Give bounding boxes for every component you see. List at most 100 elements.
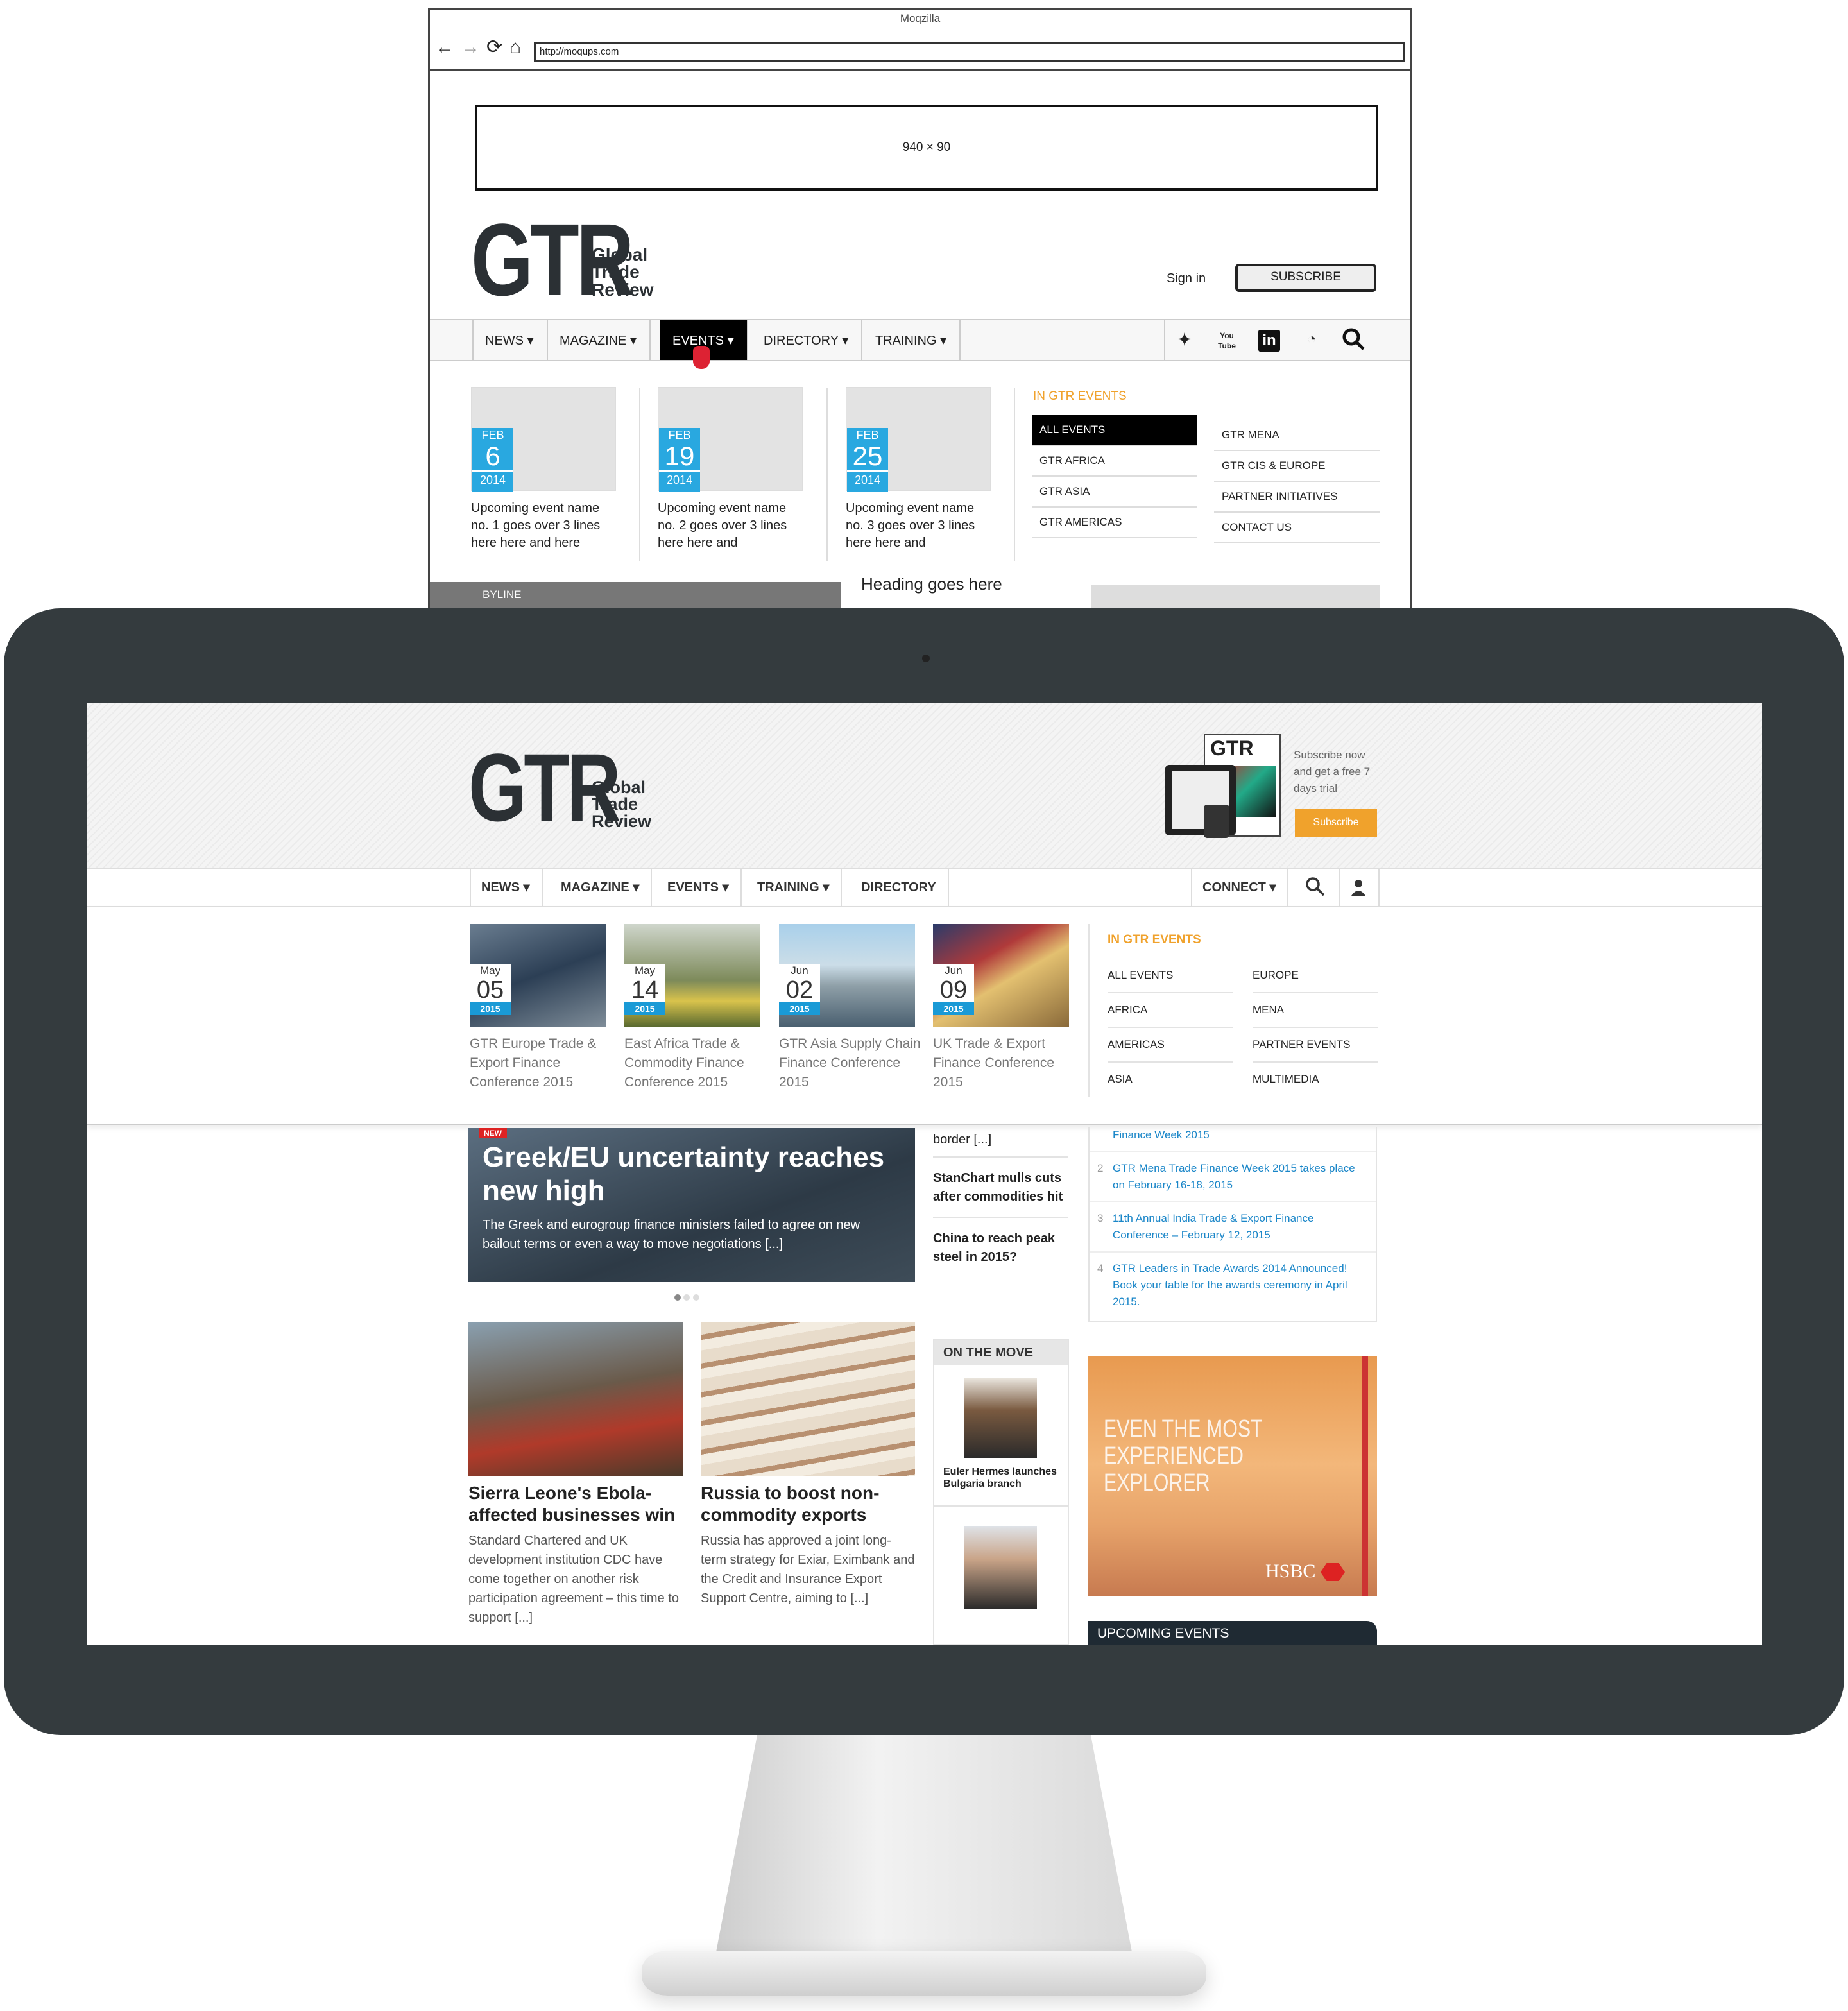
byline-strip: BYLINE	[430, 582, 841, 609]
card-text: East Africa Trade & Commodity Finance Co…	[624, 1036, 744, 1090]
wire-event-card-3[interactable]: FEB 25 2014 Upcoming event name no. 3 go…	[846, 387, 993, 552]
event-link[interactable]: GTR CIS & EUROPE	[1214, 451, 1380, 482]
rss-icon[interactable]: ◔	[1299, 327, 1324, 352]
nav-training[interactable]: TRAINING ▾	[862, 320, 961, 360]
upcoming-events-header[interactable]: UPCOMING EVENTS	[1088, 1621, 1377, 1645]
side-story[interactable]: border [...]	[933, 1131, 1068, 1158]
hero-title: Greek/EU uncertainty reaches new high	[483, 1142, 885, 1206]
events-column-2: EUROPE MENA PARTNER EVENTS MULTIMEDIA	[1253, 959, 1378, 1096]
move-caption[interactable]: Euler Hermes launches Bulgaria branch	[943, 1466, 1059, 1490]
person-photo	[964, 1526, 1037, 1609]
person-photo	[964, 1378, 1037, 1458]
events-column-1: ALL EVENTS GTR AFRICA GTR ASIA GTR AMERI…	[1032, 415, 1197, 538]
event-card-2[interactable]: May 14 2015 East Africa Trade & Commodit…	[624, 924, 778, 1092]
back-arrow-icon[interactable]: ←	[435, 38, 454, 57]
event-link[interactable]: AMERICAS	[1108, 1028, 1233, 1063]
nav-events[interactable]: EVENTS ▾	[656, 869, 742, 906]
nav-training[interactable]: TRAINING ▾	[746, 869, 843, 906]
story-text: Standard Chartered and UK development in…	[468, 1534, 679, 1625]
wire-event-card-2[interactable]: FEB 19 2014 Upcoming event name no. 2 go…	[658, 387, 805, 552]
date-badge: FEB 19 2014	[659, 428, 700, 492]
event-link[interactable]: GTR AMERICAS	[1032, 508, 1197, 538]
panel-title: ON THE MOVE	[934, 1340, 1068, 1365]
event-link[interactable]: AFRICA	[1108, 993, 1233, 1028]
event-link[interactable]: PARTNER EVENTS	[1253, 1028, 1378, 1063]
monitor-base	[642, 1951, 1206, 1996]
hero-story[interactable]: NEW Greek/EU uncertainty reaches new hig…	[468, 1128, 915, 1282]
story-card-1[interactable]: Sierra Leone's Ebola-affected businesses…	[468, 1322, 683, 1627]
story-image	[701, 1322, 915, 1476]
reload-icon[interactable]: ⟳	[486, 38, 502, 57]
carousel-dots[interactable]	[674, 1292, 706, 1301]
date-badge: May 14 2015	[624, 964, 665, 1015]
user-icon[interactable]	[1349, 878, 1368, 897]
hsbc-ad[interactable]: EVEN THE MOST EXPERIENCED EXPLORER HSBC	[1088, 1356, 1377, 1596]
story-card-2[interactable]: Russia to boost non-commodity exports Ru…	[701, 1322, 915, 1608]
nav-news[interactable]: NEWS ▾	[472, 320, 548, 360]
list-item[interactable]: 4 GTR Leaders in Trade Awards 2014 Announ…	[1090, 1253, 1376, 1310]
search-icon[interactable]	[1341, 327, 1367, 359]
twitter-icon[interactable]: ✦	[1172, 327, 1197, 352]
linkedin-icon[interactable]: in	[1256, 327, 1282, 352]
youtube-icon[interactable]: You Tube	[1214, 330, 1240, 351]
event-link[interactable]: ALL EVENTS	[1032, 415, 1197, 446]
main-nav: NEWS ▾ MAGAZINE ▾ EVENTS ▾ TRAINING ▾ DI…	[87, 868, 1762, 907]
card-text: UK Trade & Export Finance Conference 201…	[933, 1036, 1055, 1090]
sign-in-link[interactable]: Sign in	[1167, 271, 1206, 286]
side-story[interactable]: China to reach peak steel in 2015?	[933, 1218, 1068, 1267]
wire-event-card-1[interactable]: FEB 6 2014 Upcoming event name no. 1 goe…	[471, 387, 619, 552]
hand-cursor-icon	[693, 346, 710, 369]
event-card-4[interactable]: Jun 09 2015 UK Trade & Export Finance Co…	[933, 924, 1087, 1092]
date-badge: Jun 09 2015	[933, 964, 974, 1015]
card-text: Upcoming event name no. 3 goes over 3 li…	[846, 501, 975, 550]
camera-icon	[922, 655, 930, 662]
events-column-2: GTR MENA GTR CIS & EUROPE PARTNER INITIA…	[1214, 420, 1380, 543]
event-link[interactable]: CONTACT US	[1214, 513, 1380, 543]
connect-menu[interactable]: CONNECT ▾	[1191, 869, 1289, 906]
date-badge: Jun 02 2015	[779, 964, 820, 1015]
events-column-1: ALL EVENTS AFRICA AMERICAS ASIA	[1108, 959, 1233, 1096]
event-link[interactable]: PARTNER INITIATIVES	[1214, 482, 1380, 513]
date-badge: FEB 25 2014	[847, 428, 888, 492]
nav-magazine[interactable]: MAGAZINE ▾	[549, 869, 653, 906]
event-link[interactable]: MENA	[1253, 993, 1378, 1028]
new-badge: NEW	[479, 1128, 507, 1138]
subscribe-button[interactable]: Subscribe	[1295, 809, 1377, 837]
url-input[interactable]: http://moqups.com	[534, 42, 1405, 62]
event-link[interactable]: GTR MENA	[1214, 420, 1380, 451]
event-card-1[interactable]: May 05 2015 GTR Europe Trade & Export Fi…	[470, 924, 624, 1092]
hero-text: The Greek and eurogroup finance minister…	[483, 1218, 860, 1251]
website-screen: GTR Global Trade Review GTR Subscribe now …	[87, 703, 1762, 1645]
home-icon[interactable]: ⌂	[509, 38, 521, 57]
story-image	[468, 1322, 683, 1476]
event-link[interactable]: ALL EVENTS	[1108, 959, 1233, 993]
event-link[interactable]: MULTIMEDIA	[1253, 1063, 1378, 1096]
event-link[interactable]: GTR AFRICA	[1032, 446, 1197, 477]
card-text: GTR Asia Supply Chain Finance Conference…	[779, 1036, 921, 1090]
ad-headline: EVEN THE MOST EXPERIENCED EXPLORER	[1104, 1416, 1263, 1496]
nav-news[interactable]: NEWS ▾	[470, 869, 543, 906]
date-badge: May 05 2015	[470, 964, 511, 1015]
side-story[interactable]: StanChart mulls cuts after commodities h…	[933, 1158, 1068, 1218]
search-icon[interactable]	[1304, 875, 1330, 901]
forward-arrow-icon[interactable]: →	[461, 38, 480, 57]
logo-wordmark: Global Trade Review	[592, 244, 654, 300]
most-read-list: Finance Week 2015 2 GTR Mena Trade Financ…	[1088, 1127, 1377, 1322]
ad-brand: HSBC	[1265, 1561, 1316, 1582]
nav-directory[interactable]: DIRECTORY	[850, 869, 949, 906]
event-card-3[interactable]: Jun 02 2015 GTR Asia Supply Chain Financ…	[779, 924, 933, 1092]
event-link[interactable]: EUROPE	[1253, 959, 1378, 993]
nav-magazine[interactable]: MAGAZINE ▾	[547, 320, 651, 360]
list-item[interactable]: 3 11th Annual India Trade & Export Financ…	[1090, 1202, 1376, 1253]
list-item[interactable]: Finance Week 2015	[1090, 1127, 1376, 1152]
card-text: GTR Europe Trade & Export Finance Confer…	[470, 1036, 597, 1090]
event-link[interactable]: ASIA	[1108, 1063, 1233, 1096]
subscribe-button[interactable]: SUBSCRIBE	[1235, 264, 1376, 292]
promo-text: Subscribe now and get a free 7 days tria…	[1294, 749, 1371, 794]
main-nav: NEWS ▾ MAGAZINE ▾ EVENTS ▾ DIRECTORY ▾ T…	[430, 319, 1410, 369]
event-link[interactable]: GTR ASIA	[1032, 477, 1197, 508]
hsbc-logo-icon	[1321, 1563, 1345, 1581]
list-item[interactable]: 2 GTR Mena Trade Finance Week 2015 takes …	[1090, 1152, 1376, 1202]
nav-directory[interactable]: DIRECTORY ▾	[751, 320, 863, 360]
address-bar: ← → ⟳ ⌂ http://moqups.com	[430, 29, 1410, 71]
